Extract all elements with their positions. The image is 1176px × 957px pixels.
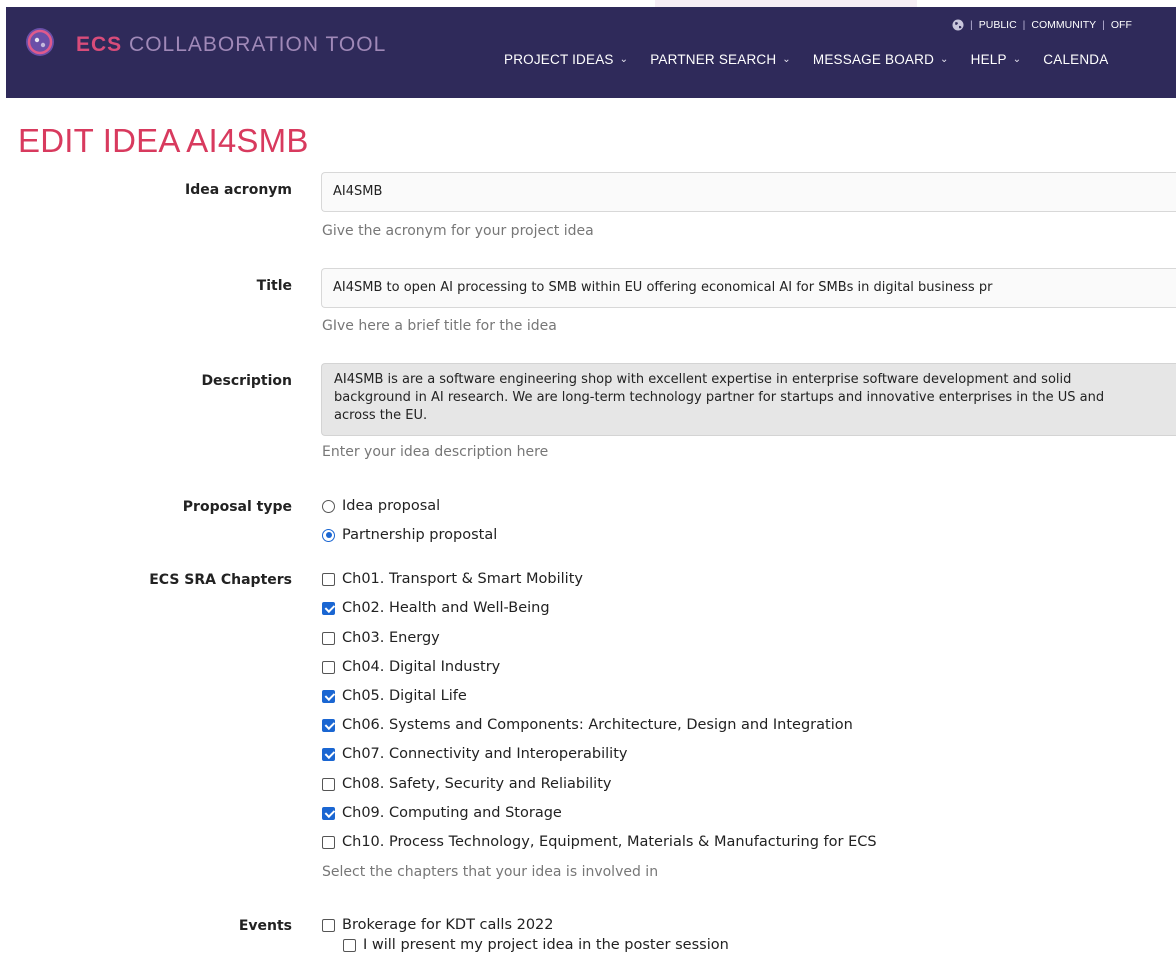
option-label: Ch01. Transport & Smart Mobility [342, 571, 583, 587]
checkbox[interactable] [322, 777, 335, 791]
description-line: background in AI research. We are long-t… [334, 390, 1105, 405]
description-textarea[interactable]: AI4SMB is are a software engineering sho… [321, 363, 1176, 436]
chapter-option-ch02[interactable]: Ch02. Health and Well-Being [322, 600, 550, 616]
globe-icon[interactable] [952, 19, 964, 31]
checkbox[interactable] [322, 601, 335, 615]
chapters-help: Select the chapters that your idea is in… [322, 864, 659, 880]
title-help: GIve here a brief title for the idea [322, 318, 557, 334]
radio-button[interactable] [322, 528, 335, 542]
checkbox[interactable] [322, 806, 335, 820]
acronym-input[interactable]: AI4SMB [321, 172, 1176, 212]
checkbox[interactable] [322, 660, 335, 674]
nav-label: PROJECT IDEAS [504, 52, 614, 67]
chapter-option-ch04[interactable]: Ch04. Digital Industry [322, 659, 500, 675]
option-label: Ch03. Energy [342, 630, 440, 646]
option-label: Brokerage for KDT calls 2022 [342, 917, 554, 933]
chevron-down-icon: ⌄ [619, 54, 629, 65]
checkbox[interactable] [343, 938, 356, 952]
top-strip-highlight [655, 0, 917, 7]
nav-item-message-board[interactable]: MESSAGE BOARD ⌄ [813, 52, 949, 67]
description-line: across the EU. [334, 408, 428, 423]
page-title: EDIT IDEA AI4SMB [18, 122, 309, 159]
chapter-option-ch05[interactable]: Ch05. Digital Life [322, 688, 467, 704]
chapter-option-ch06[interactable]: Ch06. Systems and Components: Architectu… [322, 717, 853, 733]
option-label: Ch02. Health and Well-Being [342, 600, 550, 616]
util-separator: | [1102, 19, 1105, 31]
nav-label: HELP [970, 52, 1007, 67]
option-label: Idea proposal [342, 498, 441, 514]
events-label: Events [238, 918, 292, 934]
nav-item-calendar[interactable]: CALENDA [1043, 52, 1108, 67]
chevron-down-icon: ⌄ [1012, 54, 1022, 65]
util-link-public[interactable]: PUBLIC [979, 19, 1017, 31]
acronym-help: Give the acronym for your project idea [322, 223, 594, 239]
checkbox[interactable] [322, 689, 335, 703]
nav-item-partner-search[interactable]: PARTNER SEARCH ⌄ [650, 52, 791, 67]
title-label: Title [256, 278, 292, 294]
checkbox[interactable] [322, 631, 335, 645]
main-nav: PROJECT IDEAS ⌄ PARTNER SEARCH ⌄ MESSAGE B… [504, 52, 1130, 67]
option-label: Ch10. Process Technology, Equipment, Mat… [342, 834, 877, 850]
chevron-down-icon: ⌄ [782, 54, 791, 65]
chapter-option-ch08[interactable]: Ch08. Safety, Security and Reliability [322, 776, 611, 792]
utility-links: | PUBLIC | COMMUNITY | OFF [952, 19, 1132, 31]
nav-item-help[interactable]: HELP ⌄ [971, 52, 1022, 67]
chapter-option-ch09[interactable]: Ch09. Computing and Storage [322, 805, 562, 821]
brand-name-rest: COLLABORATION TOOL [129, 33, 387, 56]
proposal-option-partnership[interactable]: Partnership propostal [322, 527, 497, 543]
top-strip [0, 0, 1176, 7]
title-input[interactable]: AI4SMB to open AI processing to SMB with… [321, 268, 1176, 308]
option-label: Ch05. Digital Life [342, 688, 467, 704]
option-label: Ch06. Systems and Components: Architectu… [342, 717, 853, 733]
nav-item-project-ideas[interactable]: PROJECT IDEAS ⌄ [504, 52, 628, 67]
brand-name[interactable]: ECS COLLABORATION TOOL [76, 33, 386, 57]
nav-label: CALENDA [1043, 52, 1109, 67]
chapter-option-ch01[interactable]: Ch01. Transport & Smart Mobility [322, 571, 583, 587]
option-label: Ch04. Digital Industry [342, 659, 501, 675]
acronym-label: Idea acronym [185, 182, 292, 198]
description-line: AI4SMB is are a software engineering sho… [334, 372, 1072, 387]
chapter-option-ch03[interactable]: Ch03. Energy [322, 630, 440, 646]
chevron-down-icon: ⌄ [940, 54, 949, 65]
checkbox[interactable] [322, 747, 335, 761]
util-separator: | [1022, 19, 1026, 31]
checkbox[interactable] [322, 718, 335, 732]
option-label: Ch08. Safety, Security and Reliability [342, 776, 612, 792]
event-option-poster-session[interactable]: I will present my project idea in the po… [343, 937, 729, 953]
chapter-option-ch10[interactable]: Ch10. Process Technology, Equipment, Mat… [322, 834, 877, 850]
checkbox[interactable] [322, 835, 335, 849]
event-option-brokerage[interactable]: Brokerage for KDT calls 2022 [322, 917, 554, 933]
logo-icon[interactable] [24, 26, 56, 58]
description-help: Enter your idea description here [322, 444, 549, 460]
chapters-label: ECS SRA Chapters [149, 572, 292, 588]
option-label: I will present my project idea in the po… [363, 937, 729, 953]
util-link-off[interactable]: OFF [1111, 19, 1132, 31]
option-label: Ch09. Computing and Storage [342, 805, 562, 821]
checkbox[interactable] [322, 918, 335, 932]
nav-label: MESSAGE BOARD [812, 52, 935, 67]
radio-button[interactable] [322, 499, 335, 513]
checkbox[interactable] [322, 572, 335, 586]
proposal-type-label: Proposal type [182, 499, 292, 515]
site-header: ECS COLLABORATION TOOL | PUBLIC | COMMUN… [6, 7, 1176, 98]
chapter-option-ch07[interactable]: Ch07. Connectivity and Interoperability [322, 746, 627, 762]
util-separator: | [970, 19, 973, 31]
util-link-community[interactable]: COMMUNITY [1031, 19, 1096, 31]
proposal-option-idea[interactable]: Idea proposal [322, 498, 440, 514]
brand-name-bold: ECS [76, 33, 123, 56]
nav-label: PARTNER SEARCH [650, 52, 777, 67]
option-label: Partnership propostal [342, 527, 498, 543]
option-label: Ch07. Connectivity and Interoperability [342, 746, 628, 762]
description-label: Description [201, 373, 292, 389]
